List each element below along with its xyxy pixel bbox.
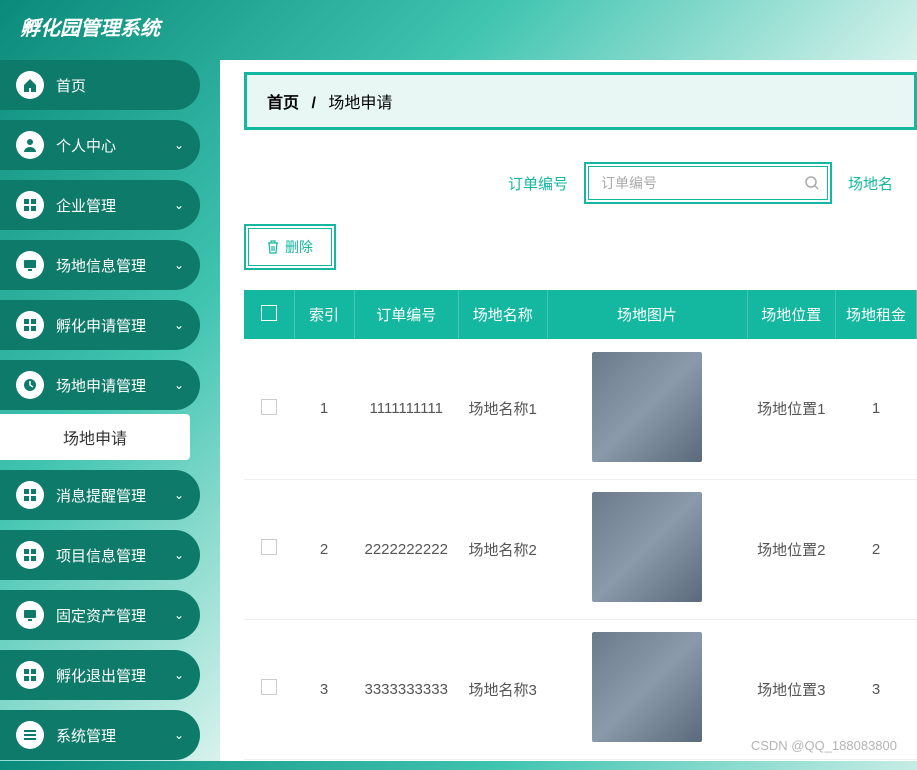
cell-order-no: 1111111111 [354, 339, 458, 479]
list-icon [16, 721, 44, 749]
cell-order-no: 2222222222 [354, 479, 458, 619]
nav-label: 场地信息管理 [56, 255, 174, 276]
nav-label: 孵化退出管理 [56, 665, 174, 686]
table-header-4: 场地图片 [547, 290, 747, 339]
table-row: 1 1111111111 场地名称1 场地位置1 1 [244, 339, 917, 479]
breadcrumb-separator: / [311, 95, 315, 112]
cell-location: 场地位置2 [747, 479, 836, 619]
venue-image[interactable] [592, 492, 702, 602]
nav-label: 孵化申请管理 [56, 315, 174, 336]
table-header-row: 索引订单编号场地名称场地图片场地位置场地租金 [244, 290, 917, 339]
cell-image [547, 339, 747, 479]
chevron-down-icon: ⌄ [174, 258, 184, 272]
data-table: 索引订单编号场地名称场地图片场地位置场地租金 1 1111111111 场地名称… [244, 290, 917, 760]
table-header-0 [244, 290, 294, 339]
delete-label: 删除 [285, 237, 313, 257]
cell-image [547, 619, 747, 759]
chevron-down-icon: ⌄ [174, 488, 184, 502]
app-header: 孵化园管理系统 [0, 0, 917, 50]
chevron-down-icon: ⌄ [174, 198, 184, 212]
table-header-3: 场地名称 [458, 290, 547, 339]
breadcrumb: 首页 / 场地申请 [244, 72, 917, 130]
row-checkbox[interactable] [261, 399, 277, 415]
sidebar-item-5[interactable]: 场地申请管理⌄ [0, 360, 200, 410]
sidebar-item-6[interactable]: 消息提醒管理⌄ [0, 470, 200, 520]
monitor-icon [16, 601, 44, 629]
cell-index: 3 [294, 619, 354, 759]
filter-bar: 订单编号 场地名 [220, 142, 917, 214]
sidebar-item-0[interactable]: 首页 [0, 60, 200, 110]
nav-label: 项目信息管理 [56, 545, 174, 566]
main-content: 首页 / 场地申请 订单编号 场地名 删除 索引订单编号场地 [220, 60, 917, 761]
table-header-1: 索引 [294, 290, 354, 339]
clock-icon [16, 371, 44, 399]
nav-label: 首页 [56, 75, 184, 96]
grid-icon [16, 311, 44, 339]
table-header-2: 订单编号 [354, 290, 458, 339]
grid-icon [16, 541, 44, 569]
breadcrumb-home[interactable]: 首页 [267, 95, 299, 112]
cell-index: 2 [294, 479, 354, 619]
sidebar-item-9[interactable]: 孵化退出管理⌄ [0, 650, 200, 700]
search-input[interactable] [589, 167, 794, 199]
trash-icon [267, 240, 279, 254]
chevron-down-icon: ⌄ [174, 608, 184, 622]
monitor-icon [16, 251, 44, 279]
row-checkbox[interactable] [261, 539, 277, 555]
row-checkbox[interactable] [261, 679, 277, 695]
sidebar-item-2[interactable]: 企业管理⌄ [0, 180, 200, 230]
user-icon [16, 131, 44, 159]
cell-name: 场地名称1 [458, 339, 547, 479]
nav-label: 消息提醒管理 [56, 485, 174, 506]
grid-icon [16, 191, 44, 219]
table-body: 1 1111111111 场地名称1 场地位置1 1 2 2222222222 … [244, 339, 917, 759]
nav-label: 系统管理 [56, 725, 174, 746]
sidebar-subitem[interactable]: 场地申请 [0, 414, 190, 460]
delete-button[interactable]: 删除 [248, 228, 332, 266]
cell-location: 场地位置1 [747, 339, 836, 479]
search-icon[interactable] [794, 175, 830, 191]
venue-image[interactable] [592, 632, 702, 742]
chevron-down-icon: ⌄ [174, 728, 184, 742]
grid-icon [16, 481, 44, 509]
home-icon [16, 71, 44, 99]
chevron-down-icon: ⌄ [174, 138, 184, 152]
nav-label: 固定资产管理 [56, 605, 174, 626]
nav-label: 场地申请管理 [56, 375, 174, 396]
cell-order-no: 3333333333 [354, 619, 458, 759]
grid-icon [16, 661, 44, 689]
table-row: 2 2222222222 场地名称2 场地位置2 2 [244, 479, 917, 619]
cell-name: 场地名称3 [458, 619, 547, 759]
filter-label-venue: 场地名 [848, 173, 893, 194]
chevron-down-icon: ⌄ [174, 378, 184, 392]
sidebar-item-10[interactable]: 系统管理⌄ [0, 710, 200, 760]
chevron-down-icon: ⌄ [174, 668, 184, 682]
select-all-checkbox[interactable] [261, 305, 277, 321]
cell-rent: 1 [836, 339, 917, 479]
sidebar: 首页个人中心⌄企业管理⌄场地信息管理⌄孵化申请管理⌄场地申请管理⌄场地申请消息提… [0, 60, 200, 770]
table-header-5: 场地位置 [747, 290, 836, 339]
toolbar: 删除 [220, 214, 917, 290]
sidebar-item-7[interactable]: 项目信息管理⌄ [0, 530, 200, 580]
app-title: 孵化园管理系统 [20, 18, 160, 40]
sidebar-item-3[interactable]: 场地信息管理⌄ [0, 240, 200, 290]
table-header-6: 场地租金 [836, 290, 917, 339]
cell-index: 1 [294, 339, 354, 479]
nav-label: 企业管理 [56, 195, 174, 216]
cell-rent: 2 [836, 479, 917, 619]
sidebar-item-1[interactable]: 个人中心⌄ [0, 120, 200, 170]
sidebar-item-8[interactable]: 固定资产管理⌄ [0, 590, 200, 640]
nav-label: 个人中心 [56, 135, 174, 156]
search-wrapper [584, 162, 832, 204]
chevron-down-icon: ⌄ [174, 318, 184, 332]
watermark: CSDN @QQ_188083800 [751, 738, 897, 753]
venue-image[interactable] [592, 352, 702, 462]
cell-name: 场地名称2 [458, 479, 547, 619]
filter-label-order: 订单编号 [508, 173, 568, 194]
cell-image [547, 479, 747, 619]
sidebar-item-4[interactable]: 孵化申请管理⌄ [0, 300, 200, 350]
chevron-down-icon: ⌄ [174, 548, 184, 562]
breadcrumb-current: 场地申请 [328, 95, 392, 112]
